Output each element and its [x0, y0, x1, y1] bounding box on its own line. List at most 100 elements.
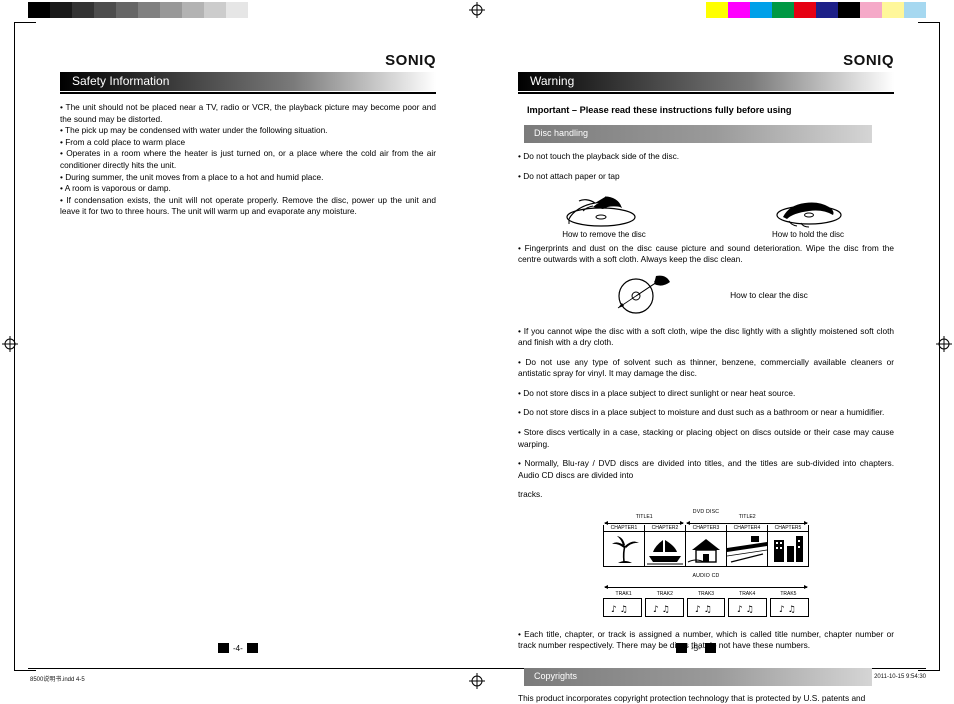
- page-number-left-text: -4-: [233, 643, 243, 653]
- page-number-right: -5-: [676, 643, 716, 653]
- caption-clear-disc: How to clear the disc: [730, 289, 808, 300]
- crop-mark-tl: [14, 22, 36, 23]
- track-thumb-0: ♪ ♫: [603, 598, 642, 618]
- disc-bullet-5: • Normally, Blu-ray / DVD discs are divi…: [518, 458, 894, 480]
- diagram-chapter-4: CHAPTER5: [767, 525, 809, 532]
- thumb-palm-tree: [604, 532, 645, 567]
- thumb-house: [686, 532, 727, 567]
- figure-clear-disc-row: How to clear the disc: [518, 274, 894, 316]
- color-swatch: [794, 2, 816, 18]
- remove-disc-icon: [566, 196, 636, 227]
- thumb-road: [727, 532, 768, 567]
- left-page: SONIQ Safety Information • The unit shou…: [60, 52, 436, 218]
- registration-mark-top: [469, 2, 485, 18]
- crop-mark-bl: [14, 670, 36, 671]
- registration-mark-left: [2, 336, 18, 352]
- color-swatch: [28, 2, 50, 18]
- disc-bullet-0: • If you cannot wipe the disc with a sof…: [518, 325, 894, 347]
- trim-line-right: [939, 22, 940, 670]
- printed-page-spread: SONIQ Safety Information • The unit shou…: [0, 0, 954, 703]
- diagram-chapter-2: CHAPTER3: [685, 525, 726, 532]
- arrow-title-1: [603, 521, 685, 526]
- color-swatch: [248, 2, 270, 18]
- music-note-icon: ♪ ♫: [695, 605, 712, 615]
- track-thumb-1: ♪ ♫: [644, 598, 684, 618]
- copyrights-section-header: Copyrights: [524, 667, 872, 686]
- timestamp-note: 2011-10-15 9:54:30: [874, 674, 926, 680]
- clear-disc-icon: [617, 275, 671, 314]
- hold-disc-icon: [776, 202, 842, 228]
- color-swatch: [728, 2, 750, 18]
- diagram-chapter-thumbnails: [603, 531, 809, 568]
- music-note-icon: ♪ ♫: [611, 605, 628, 615]
- track-thumb-4: ♪ ♫: [770, 598, 809, 618]
- color-swatch: [72, 2, 94, 18]
- diagram-audio-span: [603, 579, 809, 590]
- diagram-track-2: TRAK3: [697, 591, 715, 598]
- svg-text:♪ ♫: ♪ ♫: [653, 605, 670, 615]
- disc-figure-row: How to remove the disc How to hold the d…: [518, 191, 894, 239]
- trim-line-left: [14, 22, 15, 670]
- arrow-audio: [604, 585, 808, 590]
- color-swatch: [226, 2, 248, 18]
- diagram-chapter-1: CHAPTER2: [644, 525, 685, 532]
- safety-para-2: • From a cold place to warm place: [60, 136, 186, 147]
- right-page: SONIQ Warning Important – Please read th…: [518, 52, 894, 704]
- copyrights-title: Copyrights: [534, 670, 578, 681]
- disc-bullet-top-1: • Do not attach paper or tap: [518, 171, 620, 181]
- diagram-track-1: TRAK2: [656, 591, 673, 598]
- color-swatch: [684, 2, 706, 18]
- safety-body: • The unit should not be placed near a T…: [60, 102, 436, 218]
- safety-para-5: • A room is vaporous or damp.: [60, 183, 171, 194]
- diagram-title-2: TITLE2: [685, 514, 809, 526]
- brand-logo-left: SONIQ: [385, 52, 436, 69]
- diagram-track-0: TRAK1: [615, 591, 632, 598]
- disc-bullet-2: • Do not store discs in a place subject …: [518, 387, 796, 398]
- diagram-chapter-labels: CHAPTER1 CHAPTER2 CHAPTER3 CHAPTER4 CHAP…: [603, 525, 809, 532]
- disc-bullet-top-0: • Do not touch the playback side of the …: [518, 151, 680, 162]
- caption-hold-disc: How to hold the disc: [771, 229, 845, 239]
- disc-bullet-1: • Do not use any type of solvent such as…: [518, 356, 894, 379]
- warning-title: Warning: [530, 74, 575, 88]
- safety-para-4: • During summer, the unit moves from a p…: [60, 171, 324, 182]
- music-note-icon: ♪ ♫: [779, 605, 796, 615]
- disc-bullet-6: tracks.: [518, 489, 543, 500]
- color-swatch: [860, 2, 882, 18]
- disc-bullet-3: • Do not store discs in a place subject …: [518, 407, 885, 418]
- file-name-note: 8500说明书.indd 4-5: [30, 677, 85, 683]
- svg-text:♪ ♫: ♪ ♫: [695, 605, 712, 615]
- diagram-track-3: TRAK4: [739, 591, 756, 598]
- color-swatch: [182, 2, 204, 18]
- music-note-icon: ♪ ♫: [737, 605, 754, 615]
- color-swatch: [94, 2, 116, 18]
- brand-logo-right: SONIQ: [843, 52, 894, 69]
- figure-remove-disc: How to remove the disc: [519, 191, 689, 239]
- track-thumb-2: ♪ ♫: [686, 598, 726, 618]
- svg-text:♪ ♫: ♪ ♫: [779, 605, 796, 615]
- safety-para-0: • The unit should not be placed near a T…: [60, 102, 436, 124]
- warning-header: Warning: [518, 72, 894, 91]
- page-marker-right-a: [676, 643, 687, 653]
- header-rule-right: [518, 92, 894, 94]
- diagram-track-thumbnails: ♪ ♫ ♪ ♫ ♪ ♫ ♪ ♫ ♪ ♫: [603, 598, 809, 618]
- page-marker-left-b: [246, 643, 258, 653]
- track-thumb-3: ♪ ♫: [728, 598, 768, 618]
- copyright-note: This product incorporates copyright prot…: [518, 692, 866, 703]
- diagram-title-arrows: TITLE1 TITLE2: [603, 514, 809, 526]
- diagram-title-1: TITLE1: [603, 514, 685, 526]
- color-swatch: [904, 2, 926, 18]
- diagram-track-4: TRAK5: [780, 591, 797, 598]
- diagram-audio-arrow: [603, 579, 809, 590]
- thumb-buildings: [768, 532, 808, 567]
- color-swatch: [706, 2, 728, 18]
- color-swatch: [116, 2, 138, 18]
- disc-main-bullets: • If you cannot wipe the disc with a sof…: [518, 326, 894, 501]
- page-marker-right-b: [704, 643, 716, 653]
- disc-handling-top-bullets: • Do not touch the playback side of the …: [518, 151, 894, 182]
- color-swatch: [838, 2, 860, 18]
- color-swatch: [882, 2, 904, 18]
- svg-text:♪ ♫: ♪ ♫: [737, 605, 754, 615]
- safety-para-1: • The pick up may be condensed with wate…: [60, 125, 328, 136]
- diagram-chapter-3: CHAPTER4: [726, 525, 767, 532]
- diagram-title-2-label: TITLE2: [738, 514, 756, 521]
